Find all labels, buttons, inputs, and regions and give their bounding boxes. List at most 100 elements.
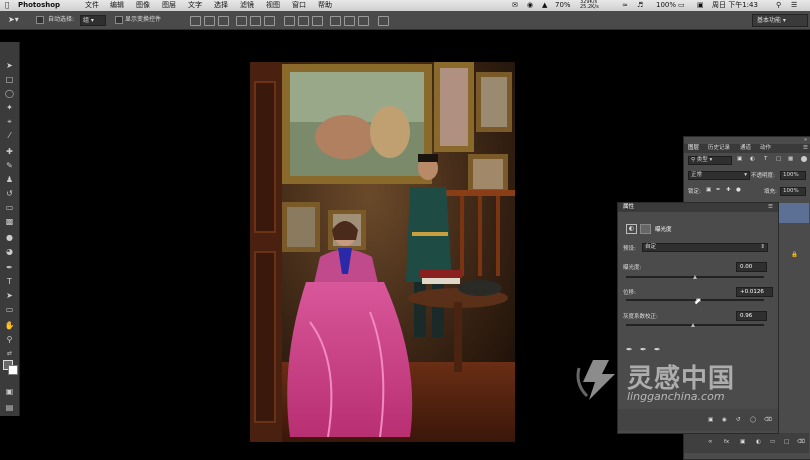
layer-mask-icon[interactable] — [640, 224, 651, 234]
reset-adjustment-icon[interactable]: ↺ — [736, 417, 741, 423]
dodge-tool-icon[interactable]: ◕ — [3, 246, 16, 257]
link-layers-icon[interactable]: ∞ — [708, 439, 713, 445]
distribute-bottom-icon[interactable] — [312, 16, 323, 26]
align-left-icon[interactable] — [236, 16, 247, 26]
document-canvas-photo[interactable] — [250, 62, 515, 442]
gradient-tool-icon[interactable]: ▩ — [3, 216, 16, 227]
menu-layer[interactable]: 图层 — [162, 0, 176, 11]
shape-tool-icon[interactable]: ▭ — [3, 304, 16, 315]
brush-tool-icon[interactable]: ✎ — [3, 160, 16, 171]
blend-mode-dropdown[interactable]: 正常 ▾ — [688, 171, 750, 180]
battery-icon[interactable]: ▭ — [678, 0, 685, 11]
new-group-icon[interactable]: ▭ — [770, 439, 775, 445]
delete-adjustment-icon[interactable]: ⌫ — [764, 417, 772, 423]
history-brush-tool-icon[interactable]: ↺ — [3, 188, 16, 199]
input-method-icon[interactable]: ▣ — [697, 0, 704, 11]
gamma-slider-thumb[interactable] — [691, 323, 696, 327]
notification-center-icon[interactable]: ☰ — [791, 0, 797, 11]
tab-history[interactable]: 历史记录 — [708, 144, 730, 153]
swap-colors-icon[interactable]: ⇄ — [3, 348, 16, 359]
eraser-tool-icon[interactable]: ▭ — [3, 202, 16, 213]
message-icon[interactable]: ✉ — [512, 0, 518, 11]
qq-icon[interactable]: ◉ — [527, 0, 533, 11]
lock-transparent-icon[interactable]: ▣ — [706, 187, 711, 193]
filter-pixel-icon[interactable]: ▣ — [737, 156, 742, 162]
healing-brush-tool-icon[interactable]: ✚ — [3, 146, 16, 157]
apple-icon[interactable]:  — [5, 0, 9, 11]
exposure-input[interactable]: 0.00 — [736, 262, 767, 272]
move-tool-preset-icon[interactable]: ➤▾ — [8, 11, 19, 29]
align-right-icon[interactable] — [264, 16, 275, 26]
hand-tool-icon[interactable]: ✋ — [3, 320, 16, 331]
menu-view[interactable]: 视图 — [266, 0, 280, 11]
align-hcenter-icon[interactable] — [250, 16, 261, 26]
zoom-tool-icon[interactable]: ⚲ — [3, 334, 16, 345]
layer-filter-dropdown[interactable]: ⚲ 类型 ▾ — [688, 156, 732, 165]
tab-layers[interactable]: 图层 — [688, 144, 699, 153]
auto-select-dropdown[interactable]: 组 ▾ — [80, 15, 106, 26]
distribute-vcenter-icon[interactable] — [298, 16, 309, 26]
menu-clock[interactable]: 周日 下午1:43 — [712, 0, 758, 11]
battery-status-icon[interactable]: ▲ — [542, 0, 547, 11]
exposure-adjustment-icon[interactable]: ◐ — [626, 224, 637, 234]
fill-input[interactable]: 100% — [780, 187, 806, 196]
menu-image[interactable]: 图像 — [136, 0, 150, 11]
menu-edit[interactable]: 编辑 — [110, 0, 124, 11]
menu-type[interactable]: 文字 — [188, 0, 202, 11]
preset-dropdown[interactable]: 自定 ⇕ — [642, 243, 768, 252]
lasso-tool-icon[interactable]: ◯ — [3, 88, 16, 99]
pen-tool-icon[interactable]: ✒ — [3, 262, 16, 273]
menu-file[interactable]: 文件 — [85, 0, 99, 11]
spotlight-search-icon[interactable]: ⚲ — [776, 0, 781, 11]
path-selection-tool-icon[interactable]: ➤ — [3, 290, 16, 301]
distribute-right-icon[interactable] — [358, 16, 369, 26]
view-previous-state-icon[interactable]: ◉ — [722, 417, 727, 423]
add-mask-icon[interactable]: ▣ — [740, 439, 745, 445]
menu-select[interactable]: 选择 — [214, 0, 228, 11]
clip-to-layer-icon[interactable]: ▣ — [708, 417, 713, 423]
filter-toggle-icon[interactable] — [801, 156, 807, 162]
auto-select-checkbox[interactable] — [36, 11, 46, 29]
lock-pixels-icon[interactable]: ✒ — [716, 187, 721, 193]
eyedropper-black-icon[interactable]: ✒ — [626, 345, 633, 354]
exposure-slider-thumb[interactable] — [692, 275, 697, 279]
quick-select-tool-icon[interactable]: ✦ — [3, 102, 16, 113]
lock-all-icon[interactable]: ● — [736, 187, 741, 193]
align-vcenter-icon[interactable] — [204, 16, 215, 26]
selected-layer-row[interactable] — [779, 203, 809, 223]
wifi-icon[interactable]: ≈ — [622, 0, 628, 11]
quick-mask-icon[interactable]: ▣ — [3, 386, 16, 397]
filter-smart-object-icon[interactable]: ▦ — [788, 156, 793, 162]
menu-window[interactable]: 窗口 — [292, 0, 306, 11]
background-color-swatch[interactable] — [8, 365, 18, 375]
offset-input[interactable]: +0.0126 — [736, 287, 773, 297]
properties-menu-icon[interactable]: ☰ — [768, 203, 773, 212]
layer-style-icon[interactable]: fx — [724, 439, 729, 445]
volume-icon[interactable]: ♬ — [637, 0, 643, 11]
tab-channels[interactable]: 通道 — [740, 144, 751, 153]
move-tool-icon[interactable]: ➤ — [3, 60, 16, 71]
eyedropper-tool-icon[interactable]: ⁄ — [3, 130, 16, 141]
app-name-menu[interactable]: Photoshop — [18, 0, 60, 11]
type-tool-icon[interactable]: T — [3, 276, 16, 287]
tab-actions[interactable]: 动作 — [760, 144, 771, 153]
new-layer-icon[interactable]: □ — [784, 439, 789, 445]
gamma-input[interactable]: 0.96 — [736, 311, 767, 321]
opacity-input[interactable]: 100% — [780, 171, 806, 180]
align-bottom-icon[interactable] — [218, 16, 229, 26]
crop-tool-icon[interactable]: ⌖ — [3, 116, 16, 127]
lock-position-icon[interactable]: ✚ — [726, 187, 731, 193]
show-transform-checkbox[interactable] — [115, 11, 125, 29]
menu-filter[interactable]: 滤镜 — [240, 0, 254, 11]
delete-layer-icon[interactable]: ⌫ — [797, 439, 805, 445]
clone-stamp-tool-icon[interactable]: ♟ — [3, 174, 16, 185]
layers-panel-menu-icon[interactable]: ☰ — [803, 144, 808, 153]
menu-help[interactable]: 帮助 — [318, 0, 332, 11]
toggle-visibility-icon[interactable]: ◯ — [750, 417, 756, 423]
align-top-icon[interactable] — [190, 16, 201, 26]
marquee-tool-icon[interactable]: □ — [3, 74, 16, 85]
distribute-hcenter-icon[interactable] — [344, 16, 355, 26]
distribute-top-icon[interactable] — [284, 16, 295, 26]
auto-align-layers-icon[interactable] — [378, 16, 389, 26]
filter-shape-icon[interactable]: □ — [776, 156, 781, 162]
